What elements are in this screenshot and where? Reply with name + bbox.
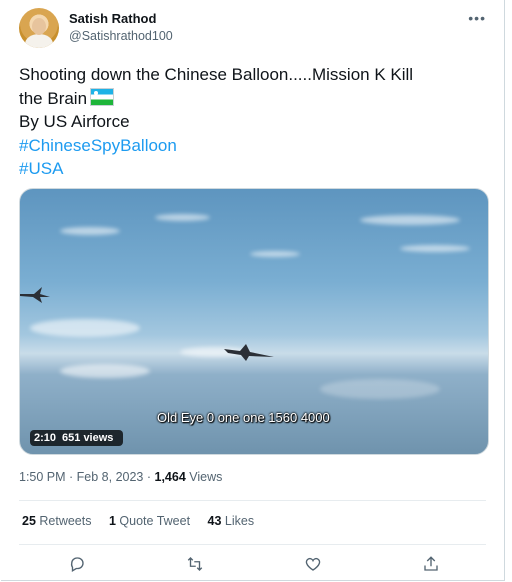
cloud: [155, 214, 210, 221]
tweet-line: the Brain: [19, 88, 88, 108]
fighter-jet-icon: [20, 287, 50, 303]
reply-icon[interactable]: [65, 552, 89, 576]
more-icon[interactable]: •••: [468, 10, 486, 26]
cloud: [60, 364, 150, 378]
avatar-face: [32, 18, 46, 35]
tweet-line: Shooting down the Chinese Balloon.....Mi…: [19, 65, 414, 84]
tweet-stats: 25 Retweets 1 Quote Tweet 43 Likes: [22, 514, 268, 528]
cloud: [360, 215, 460, 225]
share-icon[interactable]: [419, 552, 443, 576]
divider: [19, 544, 486, 545]
tweet-header: Satish Rathod @Satishrathod100 •••: [19, 8, 486, 52]
likes-count: 43: [207, 514, 222, 528]
divider: [19, 500, 486, 501]
cloud: [400, 245, 470, 252]
likes-label: Likes: [221, 514, 255, 528]
tweet-timestamp[interactable]: 1:50 PM · Feb 8, 2023 ·: [19, 470, 155, 484]
fighter-jet-icon: [224, 344, 274, 361]
uzbekistan-flag-icon: [90, 87, 115, 106]
cloud: [60, 227, 120, 235]
tweet-text: Shooting down the Chinese Balloon.....Mi…: [19, 63, 489, 181]
author-handle[interactable]: @Satishrathod100: [69, 29, 173, 43]
author-name[interactable]: Satish Rathod: [69, 11, 156, 26]
tweet-line: By US Airforce: [19, 112, 130, 131]
hashtag-link[interactable]: #USA: [19, 157, 489, 181]
cloud: [320, 379, 440, 399]
cloud: [250, 251, 300, 257]
retweet-icon[interactable]: [183, 552, 207, 576]
views-count: 1,464: [154, 470, 186, 484]
retweets-stat[interactable]: 25 Retweets: [22, 514, 92, 528]
video-player[interactable]: Old Eye 0 one one 1560 4000 2:10 651 view…: [19, 188, 489, 455]
video-duration: 2:10: [34, 432, 57, 444]
tweet-meta: 1:50 PM · Feb 8, 2023 · 1,464 Views: [19, 470, 222, 484]
video-badge: 2:10 651 views: [30, 430, 124, 446]
tweet-line-with-flag: the Brain: [19, 87, 489, 111]
like-icon[interactable]: [301, 552, 325, 576]
hashtag-link[interactable]: #ChineseSpyBalloon: [19, 134, 489, 158]
cloud: [30, 319, 140, 337]
quotes-label: Quote Tweet: [115, 514, 191, 528]
avatar[interactable]: [19, 8, 59, 48]
tweet-card: Satish Rathod @Satishrathod100 ••• Shoot…: [1, 0, 505, 581]
avatar-body: [25, 34, 53, 48]
views-label: Views: [185, 470, 223, 484]
likes-stat[interactable]: 43 Likes: [208, 514, 255, 528]
retweets-count: 25: [22, 514, 36, 528]
action-bar: [19, 552, 486, 576]
quotes-count: 1: [108, 514, 116, 528]
retweets-label: Retweets: [35, 514, 92, 528]
video-subtitle: Old Eye 0 one one 1560 4000: [157, 410, 330, 425]
quotes-stat[interactable]: 1 Quote Tweet: [109, 514, 190, 528]
video-views: 651 views: [62, 432, 114, 444]
